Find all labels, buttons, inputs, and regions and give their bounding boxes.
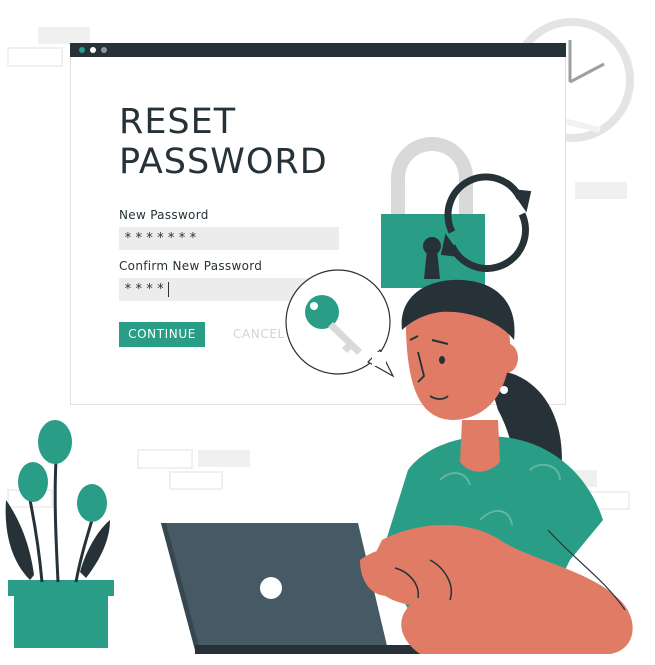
key-speech-bubble	[285, 269, 395, 378]
plant-decoration	[5, 420, 114, 648]
illustration	[5, 137, 633, 654]
